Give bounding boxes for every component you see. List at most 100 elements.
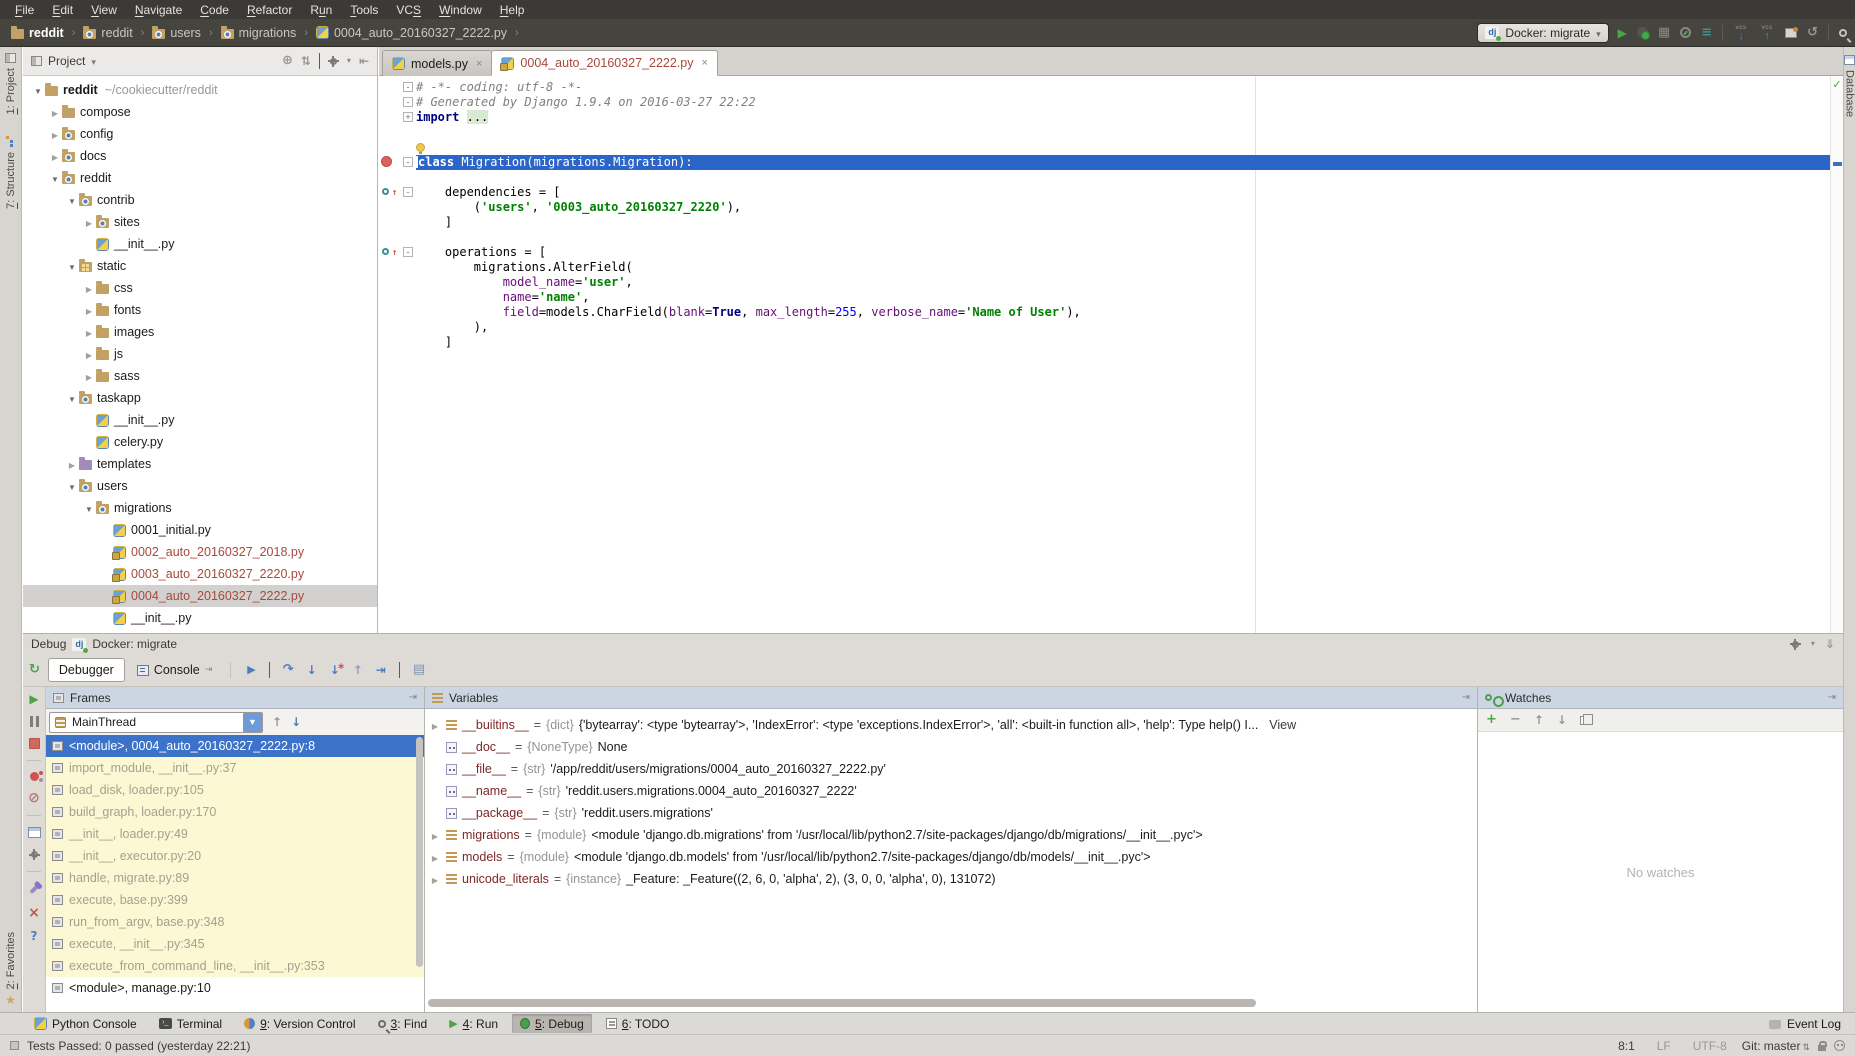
code-line[interactable]: -class Migration(migrations.Migration): — [379, 155, 1843, 170]
code-gutter[interactable] — [379, 200, 416, 215]
tree-item-images[interactable]: images — [23, 321, 377, 343]
frame-row[interactable]: execute, base.py:399 — [46, 889, 424, 911]
tree-item-reddit[interactable]: reddit — [23, 167, 377, 189]
tool-button-3-find[interactable]: 3: Find — [370, 1014, 436, 1033]
debug-tab-debugger[interactable]: Debugger — [48, 658, 125, 682]
fold-marker-icon[interactable]: - — [403, 97, 413, 107]
menu-run[interactable]: Run — [301, 0, 341, 19]
settings-icon[interactable] — [330, 58, 337, 65]
code-line[interactable]: - operations = [ — [379, 245, 1843, 260]
frame-up-icon[interactable] — [272, 716, 282, 728]
frame-row[interactable]: import_module, __init__.py:37 — [46, 757, 424, 779]
code-line[interactable]: +import ... — [379, 110, 1843, 125]
tool-button-5-debug[interactable]: 5: Debug — [512, 1014, 592, 1033]
search-everywhere-icon[interactable] — [1839, 29, 1847, 37]
expand-arrow-icon[interactable] — [429, 828, 441, 842]
move-down-icon[interactable] — [1557, 714, 1567, 726]
expand-arrow-icon[interactable] — [429, 850, 441, 864]
run-config-selector[interactable]: Docker: migrate — [1477, 23, 1608, 43]
hector-notifications-icon[interactable] — [1834, 1040, 1845, 1051]
code-line[interactable] — [379, 125, 1843, 140]
chevron-right-icon[interactable] — [82, 215, 96, 229]
tree-item-config[interactable]: config — [23, 123, 377, 145]
variable-row-builtins[interactable]: __builtins__={dict}{'bytearray': <type '… — [429, 714, 1477, 736]
chevron-right-icon[interactable] — [82, 325, 96, 339]
stripe-tab-2-favorites[interactable]: 2: Favorites — [5, 932, 17, 1006]
collapse-all-icon[interactable] — [301, 55, 311, 67]
chevron-down-icon[interactable] — [65, 193, 79, 207]
menu-view[interactable]: View — [82, 0, 126, 19]
restore-layout-icon[interactable] — [28, 827, 41, 838]
menu-navigate[interactable]: Navigate — [126, 0, 191, 19]
frame-row[interactable]: execute_from_command_line, __init__.py:3… — [46, 955, 424, 977]
run-dashboard-icon[interactable] — [1701, 27, 1712, 39]
stripe-tab-1-project[interactable]: 1: Project — [5, 53, 17, 114]
tree-item-taskapp[interactable]: taskapp — [23, 387, 377, 409]
breadcrumb-item-users[interactable]: users — [149, 25, 204, 41]
fold-marker-icon[interactable]: - — [403, 82, 413, 92]
chevron-right-icon[interactable] — [48, 105, 62, 119]
project-tree[interactable]: reddit~/cookiecutter/redditcomposeconfig… — [23, 76, 377, 633]
hide-debug-icon[interactable] — [1825, 638, 1835, 650]
local-changes-icon[interactable] — [1785, 28, 1797, 38]
fold-marker-icon[interactable]: - — [403, 187, 413, 197]
code-line[interactable]: migrations.AlterField( — [379, 260, 1843, 275]
caret-position-marker[interactable] — [1833, 162, 1842, 166]
code-line[interactable] — [379, 140, 1843, 155]
close-tab-icon[interactable] — [702, 57, 708, 69]
target-icon[interactable] — [282, 55, 293, 67]
code-line[interactable] — [379, 230, 1843, 245]
move-up-icon[interactable] — [1534, 714, 1544, 726]
project-panel-title[interactable]: Project — [48, 54, 85, 68]
show-execution-point-icon[interactable] — [247, 664, 255, 676]
tool-button-terminal[interactable]: Terminal — [151, 1014, 230, 1033]
tool-button-python-console[interactable]: Python Console — [26, 1014, 145, 1033]
variable-row-package[interactable]: __package__={str}'reddit.users.migration… — [429, 802, 1477, 824]
step-over-icon[interactable] — [283, 664, 294, 676]
menu-help[interactable]: Help — [491, 0, 534, 19]
code-gutter[interactable]: - — [379, 245, 416, 260]
tool-button-6-todo[interactable]: 6: TODO — [598, 1014, 678, 1033]
chevron-right-icon[interactable] — [82, 281, 96, 295]
code-gutter[interactable] — [379, 320, 416, 335]
tree-item-sass[interactable]: sass — [23, 365, 377, 387]
chevron-right-icon[interactable] — [65, 457, 79, 471]
tool-button-9-version-control[interactable]: 9: Version Control — [236, 1014, 363, 1033]
chevron-down-icon[interactable] — [91, 54, 96, 68]
remove-icon[interactable] — [1510, 714, 1521, 726]
code-gutter[interactable] — [379, 125, 416, 140]
code-gutter[interactable] — [379, 275, 416, 290]
chevron-right-icon[interactable] — [82, 303, 96, 317]
code-gutter[interactable] — [379, 290, 416, 305]
frame-row[interactable]: __init__, loader.py:49 — [46, 823, 424, 845]
chevron-down-icon[interactable] — [82, 501, 96, 515]
variable-row-doc[interactable]: __doc__={NoneType}None — [429, 736, 1477, 758]
menu-window[interactable]: Window — [430, 0, 491, 19]
breadcrumb-item-reddit[interactable]: reddit — [8, 25, 67, 41]
force-step-into-icon[interactable] — [330, 664, 340, 676]
tree-item-templates[interactable]: templates — [23, 453, 377, 475]
profiler-icon[interactable] — [1680, 27, 1691, 38]
code-area[interactable]: -# -*- coding: utf-8 -*--# Generated by … — [379, 76, 1843, 633]
tree-item-reddit[interactable]: reddit~/cookiecutter/reddit — [23, 79, 377, 101]
tree-item-docs[interactable]: docs — [23, 145, 377, 167]
file-encoding[interactable]: UTF-8 — [1686, 1039, 1734, 1053]
menu-refactor[interactable]: Refactor — [238, 0, 301, 19]
coverage-icon[interactable] — [1658, 27, 1670, 39]
chevron-down-icon[interactable] — [65, 391, 79, 405]
code-line[interactable]: model_name='user', — [379, 275, 1843, 290]
frame-row[interactable]: handle, migrate.py:89 — [46, 867, 424, 889]
menu-vcs[interactable]: VCS — [387, 0, 430, 19]
settings-icon[interactable] — [1792, 641, 1799, 648]
frame-down-icon[interactable] — [291, 716, 301, 728]
code-gutter[interactable]: - — [379, 80, 416, 95]
tree-item-sites[interactable]: sites — [23, 211, 377, 233]
chevron-down-icon[interactable] — [31, 83, 45, 97]
tree-item-static[interactable]: static — [23, 255, 377, 277]
status-message[interactable]: Tests Passed: 0 passed (yesterday 22:21) — [27, 1039, 250, 1053]
chevron-down-icon[interactable] — [48, 171, 62, 185]
lock-icon[interactable] — [1818, 1045, 1826, 1051]
frame-row[interactable]: load_disk, loader.py:105 — [46, 779, 424, 801]
frame-row[interactable]: build_graph, loader.py:170 — [46, 801, 424, 823]
fold-marker-icon[interactable]: - — [403, 247, 413, 257]
